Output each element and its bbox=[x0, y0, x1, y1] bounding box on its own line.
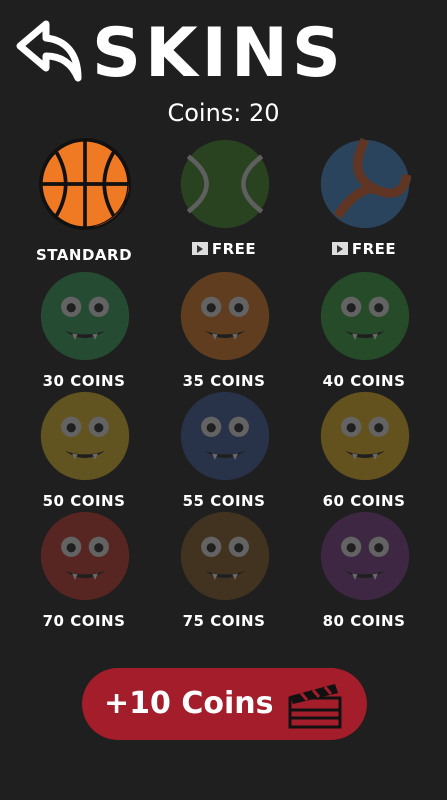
red-monster-skin-icon bbox=[40, 511, 130, 601]
skin-price-text: FREE bbox=[351, 240, 397, 258]
skin-bat[interactable]: 55 COINS bbox=[154, 388, 294, 512]
skin-label: STANDARD bbox=[14, 246, 154, 264]
skin-label: FREE bbox=[154, 240, 294, 258]
clapperboard-icon bbox=[288, 684, 342, 729]
skin-tennis[interactable]: FREE bbox=[154, 136, 294, 260]
skin-alien[interactable]: 40 COINS bbox=[294, 268, 434, 392]
skin-yellow-monster[interactable]: 60 COINS bbox=[294, 388, 434, 512]
skin-label: 70 COINS bbox=[14, 612, 154, 630]
brown-monster-skin-icon bbox=[180, 511, 270, 601]
watch-ad-coins-button[interactable]: +10 Coins bbox=[82, 668, 367, 740]
page-title: SKINS bbox=[92, 14, 345, 93]
skin-purple-monster[interactable]: 80 COINS bbox=[294, 508, 434, 632]
skin-red-monster[interactable]: 70 COINS bbox=[14, 508, 154, 632]
skin-label: FREE bbox=[294, 240, 434, 258]
ad-button-label: +10 Coins bbox=[104, 686, 274, 721]
coin-balance: Coins: 20 bbox=[167, 99, 280, 127]
skin-label: 75 COINS bbox=[154, 612, 294, 630]
skin-volleyball[interactable]: FREE bbox=[294, 136, 434, 260]
back-button[interactable] bbox=[14, 18, 84, 82]
purple-monster-skin-icon bbox=[320, 511, 410, 601]
back-arrow-icon bbox=[16, 20, 82, 82]
skin-price-text: 80 COINS bbox=[322, 612, 406, 630]
tennis-skin-icon bbox=[180, 139, 270, 229]
skin-price-text: 70 COINS bbox=[42, 612, 126, 630]
skin-brown-monster[interactable]: 75 COINS bbox=[154, 508, 294, 632]
yellow-monster-skin-icon bbox=[320, 391, 410, 481]
lion-skin-icon bbox=[180, 271, 270, 361]
skin-price-text: STANDARD bbox=[35, 246, 133, 264]
skin-lion[interactable]: 35 COINS bbox=[154, 268, 294, 392]
standard-skin-icon bbox=[39, 138, 131, 230]
skin-standard[interactable]: STANDARD bbox=[14, 136, 154, 264]
alien-skin-icon bbox=[320, 271, 410, 361]
volleyball-skin-icon bbox=[320, 138, 411, 229]
skin-green-face[interactable]: 30 COINS bbox=[14, 268, 154, 392]
skin-blue-monster[interactable]: 50 COINS bbox=[14, 388, 154, 512]
bat-skin-icon bbox=[180, 391, 270, 481]
video-ad-icon bbox=[191, 242, 208, 255]
skin-price-text: FREE bbox=[211, 240, 257, 258]
video-ad-icon bbox=[331, 242, 348, 255]
blue-monster-skin-icon bbox=[40, 391, 130, 481]
green-face-skin-icon bbox=[40, 271, 130, 361]
skin-label: 80 COINS bbox=[294, 612, 434, 630]
skin-price-text: 75 COINS bbox=[182, 612, 266, 630]
